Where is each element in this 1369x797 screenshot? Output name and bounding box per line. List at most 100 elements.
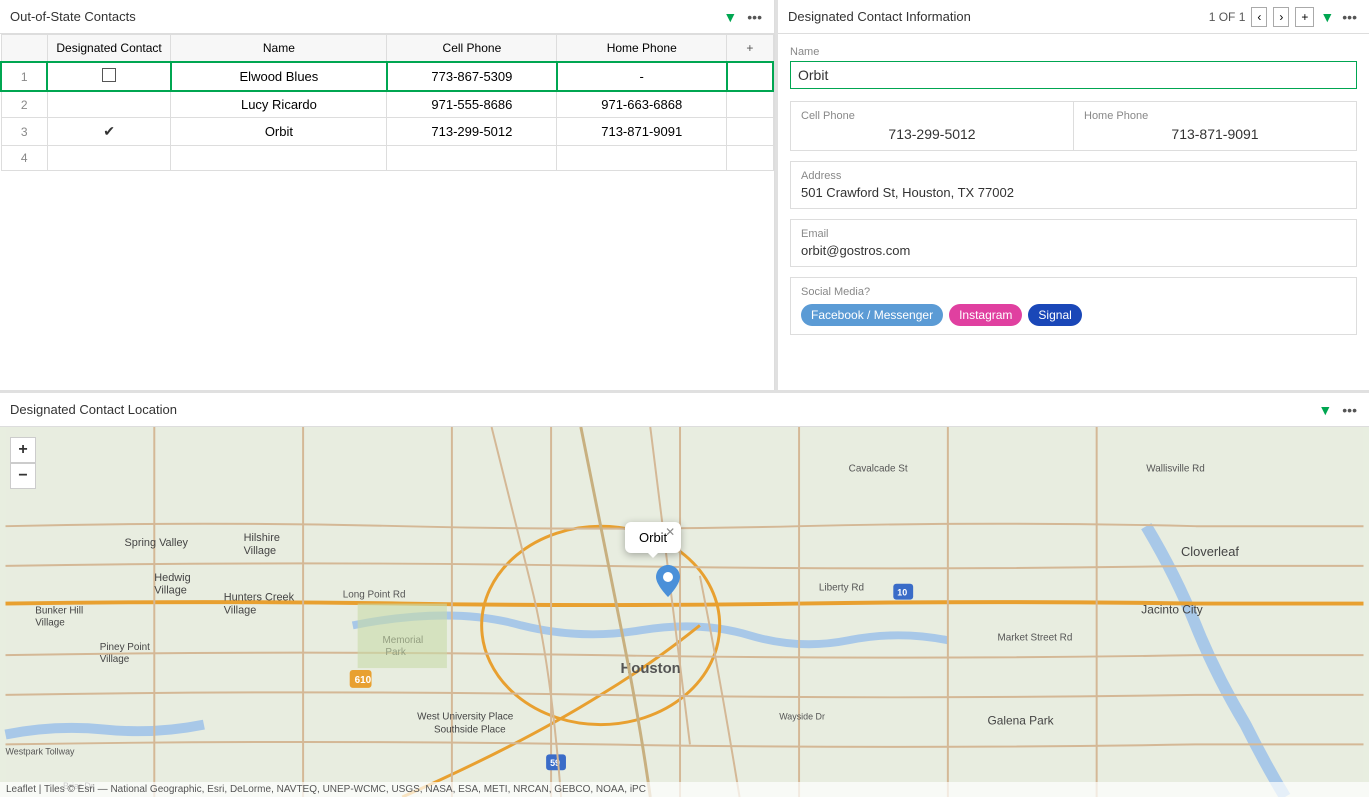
name-field-group: Name xyxy=(790,46,1357,89)
right-panel-nav: 1 OF 1 ‹ › + ▼ ••• xyxy=(1209,7,1359,27)
left-panel: Out-of-State Contacts ▼ ••• Designated C… xyxy=(0,0,775,390)
left-panel-header: Out-of-State Contacts ▼ ••• xyxy=(0,0,774,34)
filter-icon-bottom[interactable]: ▼ xyxy=(1318,402,1332,418)
home-phone-cell: 713-871-9091 xyxy=(557,118,727,146)
more-options-button[interactable]: ••• xyxy=(745,7,764,27)
checkbox[interactable] xyxy=(102,68,116,82)
pagination-text: 1 OF 1 xyxy=(1209,10,1246,24)
address-value: 501 Crawford St, Houston, TX 77002 xyxy=(801,185,1346,200)
row-num: 4 xyxy=(1,146,47,171)
svg-text:Piney Point: Piney Point xyxy=(100,642,150,653)
table-row[interactable]: 4 xyxy=(1,146,773,171)
cell-phone-col-header: Cell Phone xyxy=(387,35,557,63)
svg-text:Spring Valley: Spring Valley xyxy=(125,537,189,549)
row-num-col-header xyxy=(1,35,47,63)
svg-text:Long Point Rd: Long Point Rd xyxy=(343,590,406,601)
cell-phone-value: 713-299-5012 xyxy=(801,126,1063,142)
svg-text:Liberty Rd: Liberty Rd xyxy=(819,583,864,594)
table-row[interactable]: 3 ✔ Orbit 713-299-5012 713-871-9091 xyxy=(1,118,773,146)
prev-button[interactable]: ‹ xyxy=(1251,7,1267,27)
svg-text:Hunters Creek: Hunters Creek xyxy=(224,592,295,604)
address-field: Address 501 Crawford St, Houston, TX 770… xyxy=(790,161,1357,209)
map-container[interactable]: Long Point Rd Cavalcade St Wallisville R… xyxy=(0,427,1369,797)
svg-text:Southside Place: Southside Place xyxy=(434,725,506,736)
signal-button[interactable]: Signal xyxy=(1028,304,1081,326)
row-num: 2 xyxy=(1,91,47,118)
name-cell xyxy=(171,146,387,171)
table-row[interactable]: 1 Elwood Blues 773-867-5309 - xyxy=(1,62,773,91)
email-value: orbit@gostros.com xyxy=(801,243,1346,258)
cell-phone-cell: 773-867-5309 xyxy=(387,62,557,91)
address-label: Address xyxy=(801,170,1346,182)
home-phone-cell: 971-663-6868 xyxy=(557,91,727,118)
popup-label: Orbit xyxy=(639,530,667,545)
facebook-button[interactable]: Facebook / Messenger xyxy=(801,304,943,326)
svg-text:Hilshire: Hilshire xyxy=(244,532,280,544)
add-button[interactable]: + xyxy=(1295,7,1314,27)
right-panel-title: Designated Contact Information xyxy=(788,9,971,24)
table-row[interactable]: 2 Lucy Ricardo 971-555-8686 971-663-6868 xyxy=(1,91,773,118)
popup-close-button[interactable]: ✕ xyxy=(665,525,675,539)
bottom-header-icons: ▼ ••• xyxy=(1318,400,1359,420)
next-button[interactable]: › xyxy=(1273,7,1289,27)
zoom-controls: + − xyxy=(10,437,36,489)
extra-cell xyxy=(727,146,773,171)
bottom-panel: Designated Contact Location ▼ ••• xyxy=(0,390,1369,797)
designated-cell xyxy=(47,146,171,171)
name-cell: Lucy Ricardo xyxy=(171,91,387,118)
contact-info: Name Cell Phone 713-299-5012 Home Phone … xyxy=(778,34,1369,390)
cell-phone-cell: 713-299-5012 xyxy=(387,118,557,146)
cell-phone-cell: 971-555-8686 xyxy=(387,91,557,118)
designated-col-header: Designated Contact xyxy=(47,35,171,63)
home-phone-cell: - xyxy=(557,62,727,91)
designated-cell[interactable] xyxy=(47,91,171,118)
name-cell: Orbit xyxy=(171,118,387,146)
name-col-header: Name xyxy=(171,35,387,63)
home-phone-field: Home Phone 713-871-9091 xyxy=(1074,102,1356,150)
social-buttons: Facebook / Messenger Instagram Signal xyxy=(801,304,1346,326)
svg-text:Galena Park: Galena Park xyxy=(988,714,1054,728)
name-cell: Elwood Blues xyxy=(171,62,387,91)
svg-text:Wayside Dr: Wayside Dr xyxy=(779,712,825,722)
filter-icon-right[interactable]: ▼ xyxy=(1320,9,1334,25)
more-options-right-button[interactable]: ••• xyxy=(1340,7,1359,27)
svg-text:Village: Village xyxy=(35,617,65,628)
svg-text:Market Street Rd: Market Street Rd xyxy=(997,632,1072,643)
svg-text:Village: Village xyxy=(224,604,257,616)
email-label: Email xyxy=(801,228,1346,240)
svg-text:Village: Village xyxy=(100,654,130,665)
svg-text:Jacinto City: Jacinto City xyxy=(1141,602,1203,616)
name-input[interactable] xyxy=(790,61,1357,89)
social-media-field: Social Media? Facebook / Messenger Insta… xyxy=(790,277,1357,335)
cell-phone-label: Cell Phone xyxy=(801,110,1063,122)
more-options-bottom-button[interactable]: ••• xyxy=(1340,400,1359,420)
instagram-button[interactable]: Instagram xyxy=(949,304,1022,326)
row-num: 1 xyxy=(1,62,47,91)
checkmark-icon: ✔ xyxy=(103,123,115,139)
extra-cell xyxy=(727,118,773,146)
svg-text:Bunker Hill: Bunker Hill xyxy=(35,605,83,616)
svg-text:Village: Village xyxy=(244,545,277,557)
cell-phone-field: Cell Phone 713-299-5012 xyxy=(791,102,1074,150)
email-field: Email orbit@gostros.com xyxy=(790,219,1357,267)
home-phone-value: 713-871-9091 xyxy=(1084,126,1346,142)
map-popup: ✕ Orbit xyxy=(625,522,681,553)
zoom-out-button[interactable]: − xyxy=(10,463,36,489)
social-label: Social Media? xyxy=(801,286,1346,298)
zoom-in-button[interactable]: + xyxy=(10,437,36,463)
cell-phone-cell xyxy=(387,146,557,171)
add-col-header[interactable]: + xyxy=(727,35,773,63)
designated-cell[interactable] xyxy=(47,62,171,91)
row-num: 3 xyxy=(1,118,47,146)
designated-cell[interactable]: ✔ xyxy=(47,118,171,146)
home-phone-col-header: Home Phone xyxy=(557,35,727,63)
phone-fields: Cell Phone 713-299-5012 Home Phone 713-8… xyxy=(790,101,1357,151)
filter-icon[interactable]: ▼ xyxy=(723,9,737,25)
svg-text:Hedwig: Hedwig xyxy=(154,572,190,584)
left-panel-title: Out-of-State Contacts xyxy=(10,9,136,24)
home-phone-cell xyxy=(557,146,727,171)
svg-text:Wallisville Rd: Wallisville Rd xyxy=(1146,464,1205,475)
svg-text:610: 610 xyxy=(355,675,372,686)
map-pin xyxy=(656,565,680,600)
svg-text:Cloverleaf: Cloverleaf xyxy=(1181,544,1239,559)
